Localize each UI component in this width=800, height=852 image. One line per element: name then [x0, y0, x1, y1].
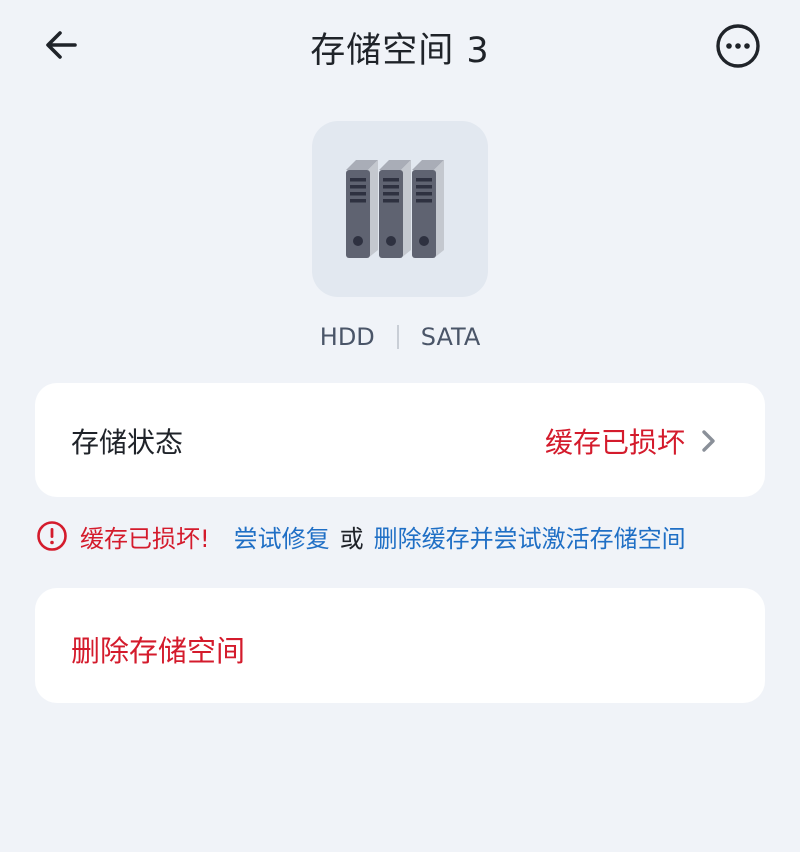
device-specs: HDD SATA	[0, 323, 800, 351]
status-label: 存储状态	[71, 426, 184, 459]
device-type: HDD	[319, 323, 375, 351]
page-title: 存储空间 3	[310, 31, 490, 71]
device-icon-tile	[312, 121, 488, 297]
alert-circle-icon	[37, 521, 67, 551]
cache-warning: 缓存已损坏! 尝试修复 或 删除缓存并尝试激活存储空间	[36, 516, 686, 556]
or-text: 或	[339, 524, 364, 553]
warning-text: 缓存已损坏!	[80, 524, 210, 553]
divider	[396, 325, 399, 349]
status-value: 缓存已损坏	[544, 426, 685, 459]
more-horizontal-circle-icon	[716, 24, 760, 68]
more-options-button[interactable]	[714, 22, 762, 70]
storage-status-row[interactable]: 存储状态 缓存已损坏	[35, 383, 765, 497]
delete-cache-link[interactable]: 删除缓存并尝试激活存储空间	[374, 519, 686, 554]
hdd-rack-icon	[346, 160, 444, 258]
device-interface: SATA	[420, 323, 481, 351]
repair-link[interactable]: 尝试修复	[234, 519, 330, 554]
delete-storage-label: 删除存储空间	[71, 634, 246, 668]
top-bar: 存储空间 3	[0, 0, 800, 90]
chevron-right-icon	[702, 430, 715, 452]
delete-storage-button[interactable]: 删除存储空间	[35, 588, 765, 703]
